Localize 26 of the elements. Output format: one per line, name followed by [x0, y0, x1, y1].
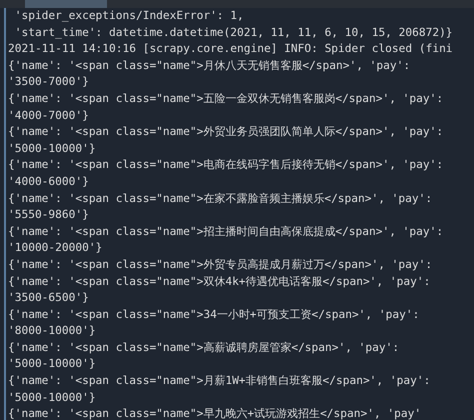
output-line: '4000-6000'} — [8, 174, 89, 190]
output-line: {'name': '<span class="name">五险一金双休无销售客服岗</span>', 'pay': — [8, 90, 444, 107]
output-line: {'name': '<span class="name">早九晚六+试玩游戏招生</span>', 'pay' — [8, 406, 422, 420]
output-line: '8000-10000'} — [8, 323, 96, 340]
output-line: {'name': '<span class="name">月薪1W+非销售白班客服</span>', 'pay': — [8, 373, 430, 390]
output-line: '5000-10000'} — [8, 390, 96, 406]
output-line: {'name': '<span class="name">月休八天无销售客服</span>', 'pay': — [8, 58, 410, 74]
output-line: {'name': '<span class="name">外贸业务员强团队简单人际</span>', 'pay': — [8, 124, 444, 140]
output-line: 2021-11-11 14:10:16 [scrapy.core.engine] INFO: Spider closed (fini — [8, 41, 453, 58]
output-line: '4000-7000'} — [8, 108, 89, 124]
output-line: {'name': '<span class="name">招主播时间自由高保底提成</span>', 'pay': — [8, 224, 444, 240]
output-line: '3500-6500'} — [8, 290, 89, 306]
output-line: '5000-10000'} — [8, 140, 96, 157]
output-line: '5550-9860'} — [8, 207, 89, 224]
output-line: {'name': '<span class="name">电商在线码字售后接待无销</span>', 'pay': — [8, 157, 444, 174]
output-line: 'start_time': datetime.datetime(2021, 11, 11, 6, 10, 15, 206872)} — [14, 24, 453, 41]
output-line: {'name': '<span class="name">外贸专员高提成月薪过万</span>', 'pay': — [8, 256, 432, 273]
output-line: 'spider_exceptions/IndexError': 1, — [14, 8, 244, 24]
output-line: '10000-20000'} — [8, 240, 102, 256]
output-line: {'name': '<span class="name">在家不露脸音频主播娱乐</span>', 'pay': — [8, 190, 432, 207]
output-line: {'name': '<span class="name">双休4k+待遇优电话客服</span>', 'pay': — [8, 274, 430, 290]
output-line: '5000-10000'} — [8, 356, 96, 372]
output-line: {'name': '<span class="name">高薪诚聘房屋管家</span>', 'pay': — [8, 340, 400, 356]
output-line: {'name': '<span class="name">34一小时+可预支工资</span>', 'pay': — [8, 306, 420, 323]
tab[interactable] — [25, 0, 107, 8]
output-line: '3500-7000'} — [8, 74, 89, 90]
